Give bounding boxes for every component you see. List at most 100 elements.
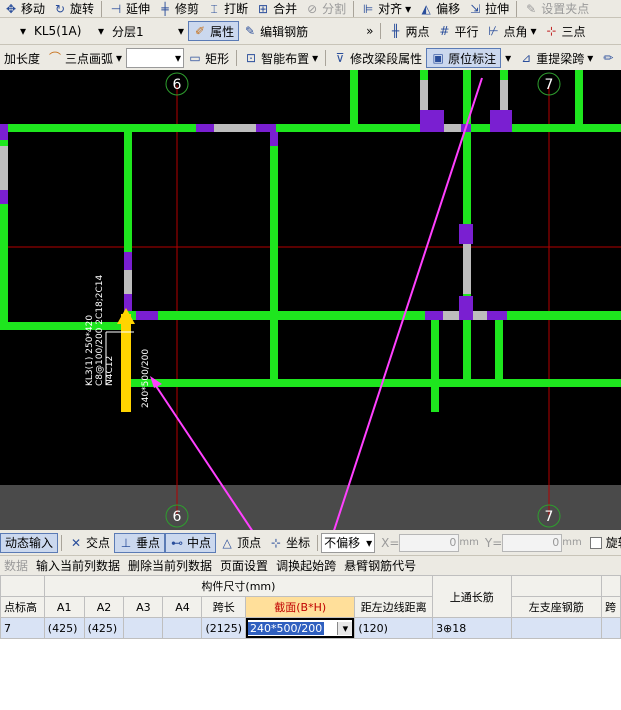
parallel-button[interactable]: # 平行 [433, 22, 482, 40]
reextract-button[interactable]: ⊿ 重提梁跨 ▾ [515, 49, 597, 67]
align-button[interactable]: ⊫ 对齐 ▾ [357, 0, 415, 18]
adjust-span-button[interactable]: 调换起始跨 [272, 557, 340, 575]
three-points-icon: ⊹ [546, 24, 557, 38]
properties-button[interactable]: ✐ 属性 [188, 21, 240, 41]
cell-a1[interactable]: (425) [43, 617, 85, 639]
toolbar-component: ▾ KL5(1A) ▾ 分层1 ▾ ✐ 属性 ✎ 编辑钢筋 » ╫ 两点 # 平行 ⊬ 点… [0, 18, 621, 45]
cell-section[interactable]: 240*500/200 ▾ [245, 617, 356, 639]
point-angle-button[interactable]: ⊬ 点角 ▾ [482, 22, 540, 40]
floor-select-arrow[interactable]: ▾ [174, 22, 188, 40]
category-combo-tail[interactable]: ▾ [0, 22, 30, 40]
arc-combo[interactable]: ▾ [126, 48, 185, 68]
overflow-button[interactable]: » [362, 22, 377, 40]
floor-select[interactable]: 分层1 [108, 22, 174, 40]
separator [516, 0, 518, 17]
rect-button[interactable]: ▭ 矩形 [184, 49, 233, 67]
coordinate-icon: ⊹ [271, 535, 282, 550]
page-setup-button[interactable]: 页面设置 [216, 557, 272, 575]
snap-toolbar: 动态输入 ✕ 交点 ⊥ 垂点 ⊷ 中点 △ 顶点 ⊹ 坐标 不偏移 ▾ X= 0 mm Y=… [0, 530, 621, 556]
beam-label-name: KL3(1) 250*420 [85, 315, 95, 386]
canvas-bottom-strip [0, 485, 621, 530]
cell-a2[interactable]: (425) [83, 617, 125, 639]
header-spacer [0, 575, 45, 597]
component-select-arrow[interactable]: ▾ [94, 22, 108, 40]
drawing-svg: 6 7 6 7 KL3(1) 250*420 C8@100/200 2C18;2… [0, 70, 621, 530]
x-label: X= [381, 535, 400, 550]
perpendicular-snap[interactable]: ⊥ 垂点 [114, 532, 166, 553]
component-select[interactable]: KL5(1A) [30, 22, 94, 40]
break-button[interactable]: ⌶ 打断 [203, 0, 252, 18]
col-header-elevation: 点标高 [0, 596, 45, 618]
separator [317, 534, 319, 551]
edit-rebar-button[interactable]: ✎ 编辑钢筋 [239, 22, 312, 40]
axis-label-6-top: 6 [173, 77, 182, 93]
table-row[interactable]: 7 (425) (425) (2125) 240*500/200 ▾ (120)… [0, 617, 621, 639]
modify-beam-icon: ⊽ [335, 51, 345, 65]
split-icon: ⊘ [307, 1, 318, 16]
drawing-canvas[interactable]: 6 7 6 7 KL3(1) 250*420 C8@100/200 2C18;2… [0, 70, 621, 530]
input-current-button[interactable]: 输入当前列数据 [32, 557, 124, 575]
add-length-button[interactable]: 加长度 [0, 49, 44, 67]
axis-label-7-top: 7 [545, 77, 554, 93]
cell-top-rebar[interactable]: 3⊕18 [432, 617, 512, 639]
offset-mode-select[interactable]: 不偏移 ▾ [321, 532, 376, 553]
orig-mark-arrow[interactable]: ▾ [501, 49, 515, 67]
intersection-snap[interactable]: ✕ 交点 [65, 534, 114, 552]
cell-a4[interactable] [162, 617, 203, 639]
brush-button[interactable]: ✏ [597, 49, 619, 67]
callout-arrows [153, 77, 483, 530]
arc-button[interactable]: ⌒ 三点画弧 ▾ [44, 49, 126, 67]
offset-button[interactable]: ◭ 偏移 [415, 0, 464, 18]
section-dropdown-arrow[interactable]: ▾ [337, 621, 353, 635]
rotate-label: 旋转 [605, 536, 621, 550]
coordinate-snap[interactable]: ⊹ 坐标 [265, 534, 314, 552]
beam-label-stirrup: C8@100/200 2C18;2C14 [95, 275, 105, 386]
cantilever-button[interactable]: 悬臂钢筋代号 [340, 557, 420, 575]
smart-layout-button[interactable]: ⊡ 智能布置 ▾ [240, 49, 322, 67]
cell-a3[interactable] [123, 617, 164, 639]
two-points-button[interactable]: ╫ 两点 [384, 22, 433, 40]
col-header-left-support-rebar: 左支座钢筋 [510, 596, 602, 618]
orig-mark-button[interactable]: ▣ 原位标注 [426, 48, 502, 68]
parallel-icon: # [439, 24, 450, 38]
extend-button[interactable]: ⊣ 延伸 [105, 0, 154, 18]
separator [236, 50, 238, 66]
dynamic-input-button[interactable]: 动态输入 [0, 532, 59, 553]
selected-beam-marker[interactable] [121, 314, 131, 412]
set-point-button[interactable]: ✎ 设置夹点 [520, 0, 593, 18]
data-button[interactable]: 数据 [0, 557, 32, 575]
cell-span[interactable] [600, 617, 621, 639]
split-button[interactable]: ⊘ 分割 [301, 0, 350, 18]
rotate-button[interactable]: ↻ 旋转 [49, 0, 98, 18]
move-button[interactable]: ✥ 移动 [0, 0, 49, 18]
section-input[interactable]: 240*500/200 [248, 621, 325, 635]
vertex-snap[interactable]: △ 顶点 [216, 534, 265, 552]
delete-current-button[interactable]: 删除当前列数据 [124, 557, 216, 575]
x-input[interactable]: 0 [399, 533, 460, 552]
cell-left-distance[interactable]: (120) [354, 617, 434, 639]
y-input[interactable]: 0 [502, 533, 563, 552]
midpoint-snap[interactable]: ⊷ 中点 [165, 532, 217, 553]
cell-left-support-rebar[interactable] [510, 617, 602, 639]
merge-icon: ⊞ [258, 1, 269, 16]
offset-icon: ◭ [421, 1, 431, 16]
beam-label-section: 240*500/200 [141, 349, 151, 408]
merge-button[interactable]: ⊞ 合并 [252, 0, 301, 18]
separator [380, 23, 382, 39]
modify-beam-button[interactable]: ⊽ 修改梁段属性 [329, 49, 426, 67]
col-header-span-length: 跨长 [201, 596, 247, 618]
beam-annotation: KL3(1) 250*420 C8@100/200 2C18;2C14 N4C1… [85, 275, 115, 386]
three-points-button[interactable]: ⊹ 三点 [541, 22, 590, 40]
stretch-button[interactable]: ⇲ 拉伸 [464, 0, 513, 18]
set-point-icon: ✎ [526, 1, 537, 16]
cell-span-length[interactable]: (2125) [201, 617, 247, 639]
cell-elevation[interactable]: 7 [0, 617, 45, 639]
table-group-header: 构件尺寸(mm) 上通长筋 [0, 575, 621, 618]
separator [101, 0, 103, 17]
two-points-icon: ╫ [391, 24, 400, 38]
col-header-a2: A2 [83, 596, 125, 618]
rotate-checkbox[interactable] [589, 536, 602, 549]
col-header-a1: A1 [43, 596, 85, 618]
trim-button[interactable]: ╪ 修剪 [154, 0, 203, 18]
vertex-icon: △ [222, 535, 232, 550]
